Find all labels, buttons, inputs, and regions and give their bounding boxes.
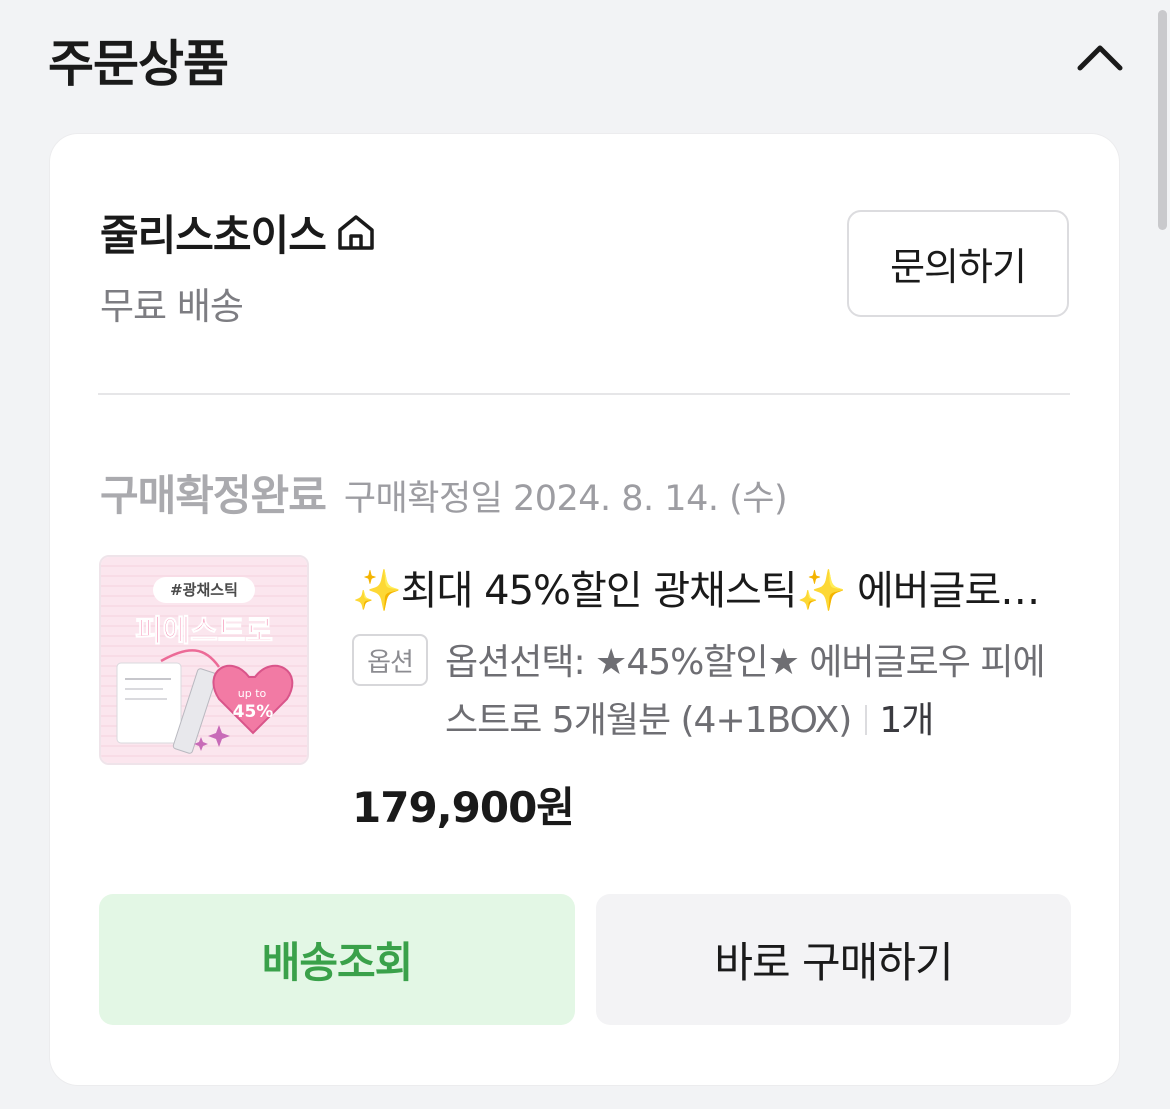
option-quantity: 1개 [879, 700, 934, 741]
order-items-header[interactable]: 주문상품 [48, 18, 1128, 98]
thumb-badge-line2: 45% [233, 702, 274, 722]
option-badge: 옵션 [352, 634, 428, 686]
shipping-info: 무료 배송 [100, 285, 244, 328]
section-title: 주문상품 [48, 35, 229, 93]
thumb-badge-line1: up to [238, 687, 267, 700]
seller-name[interactable]: 줄리스초이스 [100, 202, 327, 263]
product-price: 179,900원 [352, 783, 575, 832]
option-description: 옵션선택: ★45%할인★ 에버글로우 피에스트로 5개월분 (4+1BOX) [445, 642, 1046, 741]
seller-name-row[interactable]: 줄리스초이스 [100, 202, 378, 262]
option-separator [865, 705, 868, 735]
product-thumbnail[interactable]: #광채스틱 피에스트로 up to 45% [99, 555, 309, 765]
home-icon[interactable] [334, 210, 378, 254]
inquiry-button[interactable]: 문의하기 [847, 210, 1069, 317]
thumb-hashtag: #광채스틱 [170, 581, 238, 599]
thumb-product-name: 피에스트로 [135, 614, 273, 649]
product-title[interactable]: ✨최대 45%할인 광채스틱✨ 에버글로우 피에스트로 [352, 558, 1072, 616]
scrollbar-thumb[interactable] [1158, 10, 1167, 230]
order-card: 줄리스초이스 무료 배송 문의하기 구매확정완료 구매확정일 2024. 8. … [50, 134, 1119, 1085]
option-text: 옵션선택: ★45%할인★ 에버글로우 피에스트로 5개월분 (4+1BOX) 1… [445, 634, 1075, 750]
buy-again-button[interactable]: 바로 구매하기 [596, 894, 1071, 1025]
order-status-row: 구매확정완료 구매확정일 2024. 8. 14. (수) [100, 462, 788, 523]
divider [98, 393, 1070, 395]
delivery-tracking-button[interactable]: 배송조회 [99, 894, 575, 1025]
chevron-up-icon[interactable] [1072, 32, 1128, 88]
confirm-date: 구매확정일 2024. 8. 14. (수) [343, 479, 788, 519]
order-status: 구매확정완료 [100, 471, 327, 520]
